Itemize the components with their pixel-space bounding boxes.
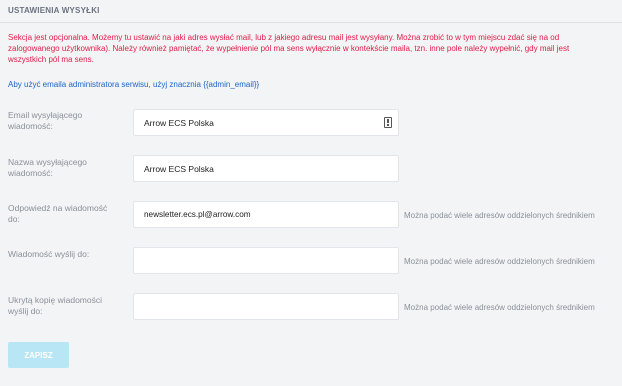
notice-line: zalogowanego użytkownika). Należy równie…	[8, 44, 570, 53]
sender-email-label: Email wysyłającego wiadomość:	[8, 110, 128, 132]
notice-text: Sekcja jest opcjonalna. Możemy tu ustawi…	[8, 32, 622, 65]
label-line: Ukrytą kopię wiadomości	[8, 295, 103, 305]
reply-to-field[interactable]: newsletter.ecs.pl@arrow.com	[133, 201, 399, 228]
save-button[interactable]: ZAPISZ	[8, 342, 69, 368]
sender-name-label: Nazwa wysyłającego wiadomość:	[8, 157, 128, 179]
panel-title: USTAWIENIA WYSYŁKI	[8, 6, 100, 15]
label-line: do:	[8, 214, 20, 224]
reply-to-label: Odpowiedź na wiadomość do:	[8, 203, 128, 225]
label-line: Nazwa wysyłającego	[8, 157, 87, 167]
bcc-label: Ukrytą kopię wiadomości wyślij do:	[8, 295, 128, 317]
label-line: Email wysyłającego	[8, 110, 83, 120]
notice-line: Sekcja jest opcjonalna. Możemy tu ustawi…	[8, 33, 560, 42]
contact-card-icon[interactable]	[384, 117, 392, 128]
sender-name-field[interactable]: Arrow ECS Polska	[133, 155, 399, 182]
send-to-field[interactable]	[133, 247, 399, 274]
send-to-hint: Można podać wiele adresów oddzielonych ś…	[404, 257, 595, 266]
label-line: wiadomość:	[8, 168, 53, 178]
admin-email-hint: Aby użyć emaila administratora serwisu, …	[8, 80, 260, 89]
sender-email-value: Arrow ECS Polska	[144, 118, 214, 128]
settings-panel: USTAWIENIA WYSYŁKI Sekcja jest opcjonaln…	[0, 0, 622, 386]
notice-line: wszystkich pól ma sens.	[8, 55, 94, 64]
reply-to-hint: Można podać wiele adresów oddzielonych ś…	[404, 211, 595, 220]
send-to-label: Wiadomość wyślij do:	[8, 249, 128, 260]
label-line: Odpowiedź na wiadomość	[8, 203, 108, 213]
label-line: Wiadomość wyślij do:	[8, 249, 90, 259]
label-line: wyślij do:	[8, 306, 43, 316]
bcc-hint: Można podać wiele adresów oddzielonych ś…	[404, 303, 595, 312]
sender-email-field[interactable]: Arrow ECS Polska	[133, 109, 399, 136]
label-line: wiadomość:	[8, 121, 53, 131]
bcc-field[interactable]	[133, 293, 399, 320]
sender-name-value: Arrow ECS Polska	[144, 164, 214, 174]
reply-to-value: newsletter.ecs.pl@arrow.com	[144, 210, 251, 219]
panel-header: USTAWIENIA WYSYŁKI	[0, 0, 622, 23]
